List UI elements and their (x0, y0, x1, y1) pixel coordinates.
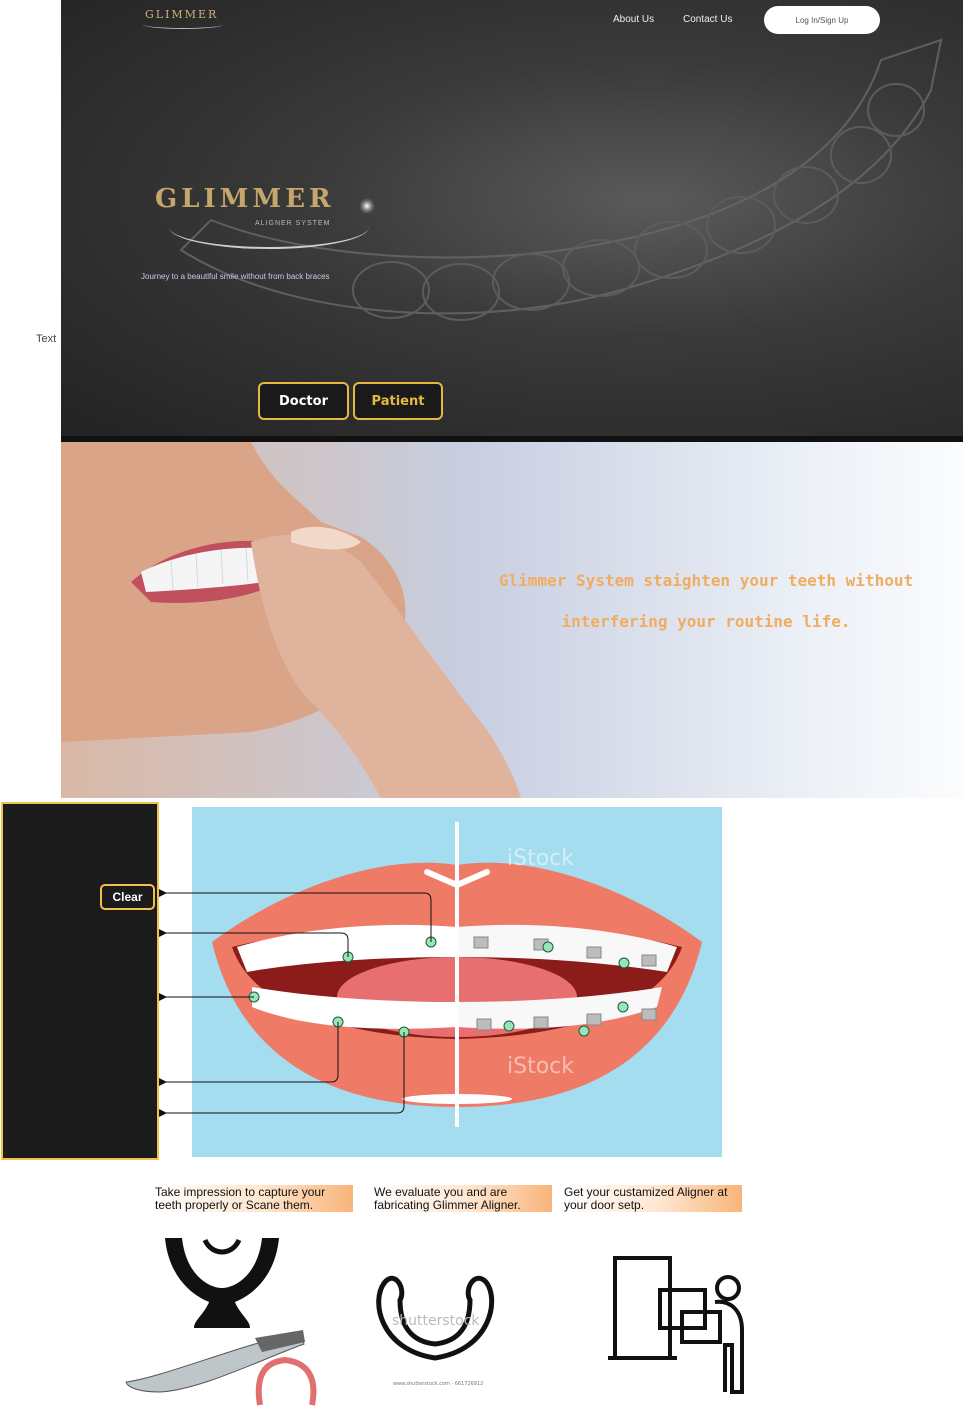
dental-mold-icon (255, 1356, 317, 1406)
stock-url: www.shutterstock.com · 661726912 (393, 1381, 483, 1387)
step-icons-layer: shutterstock www.shutterstock.com · 6617… (125, 1238, 744, 1406)
stock-watermark: shutterstock (392, 1313, 480, 1329)
impression-tray-icon (165, 1238, 279, 1328)
delivery-person-icon (608, 1256, 744, 1394)
